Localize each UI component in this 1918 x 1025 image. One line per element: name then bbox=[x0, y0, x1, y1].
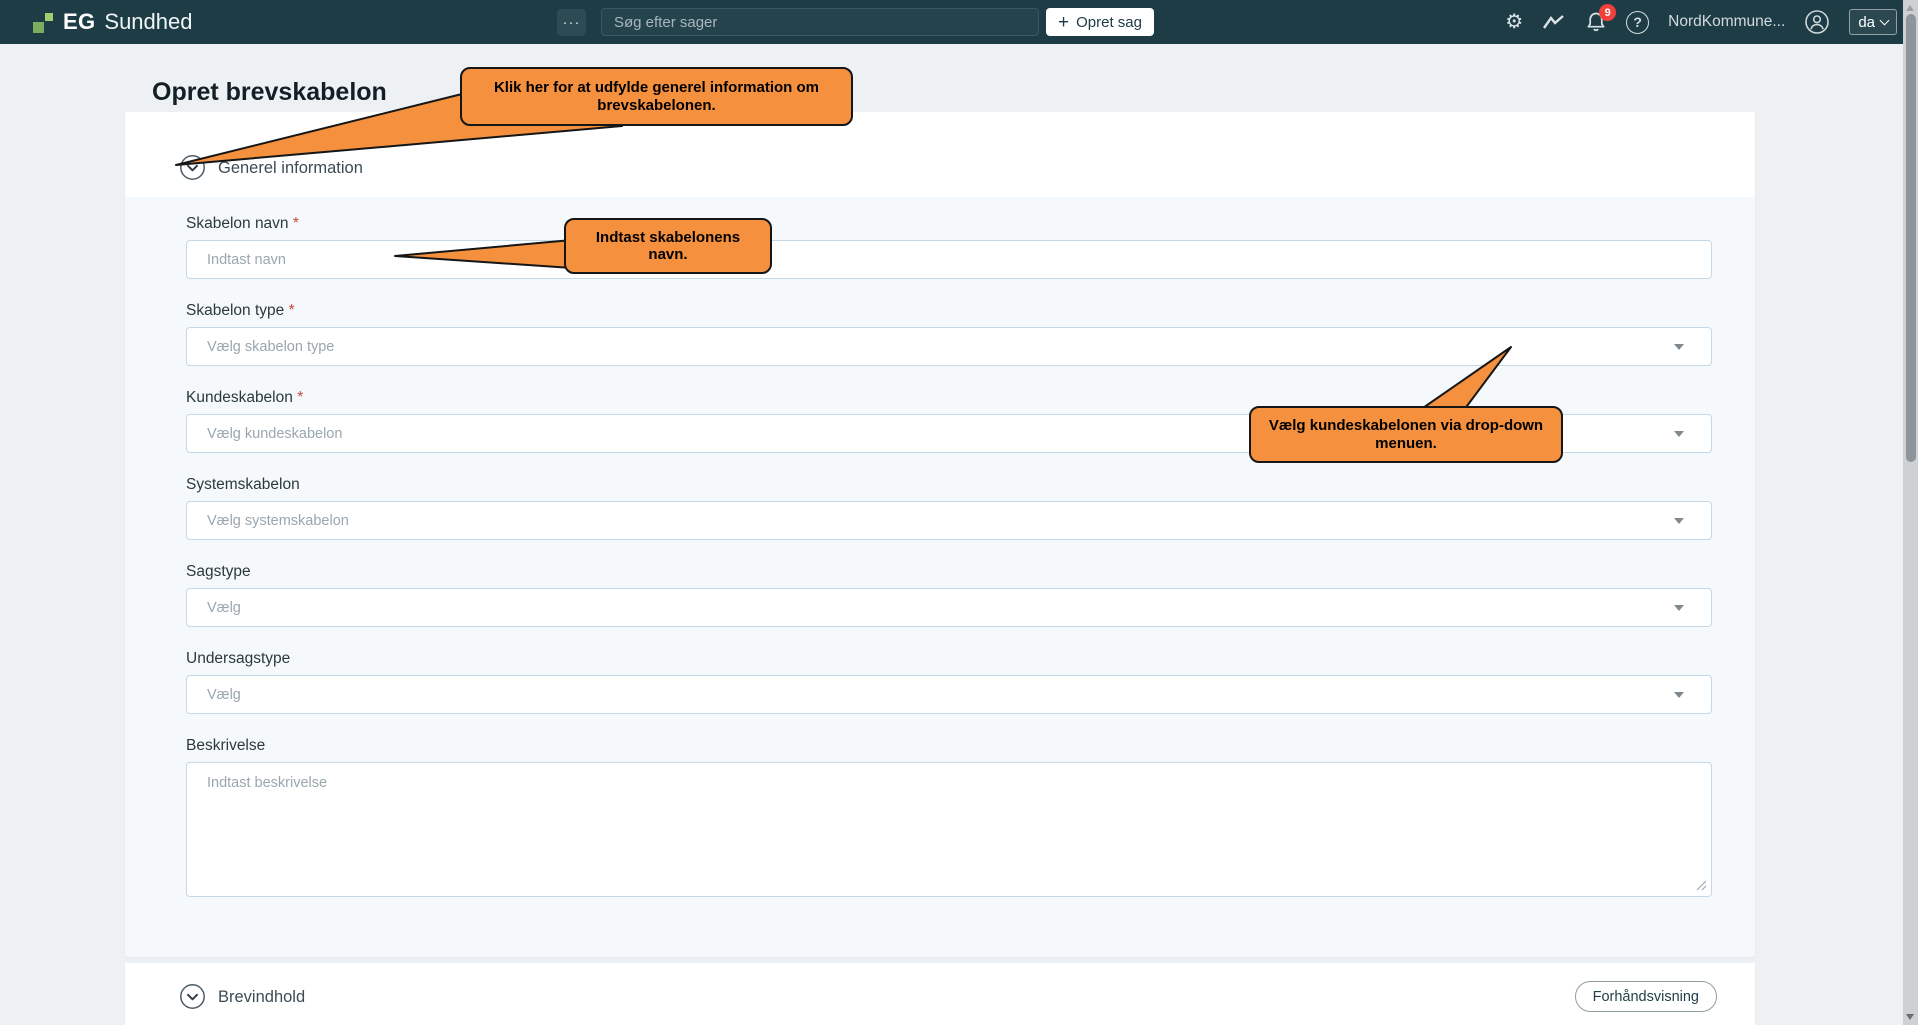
gear-icon: ⚙ bbox=[1505, 12, 1523, 32]
field-skabelon-type: Skabelon type * Vælg skabelon type bbox=[186, 301, 1712, 366]
product-name: Sundhed bbox=[104, 9, 192, 35]
ellipsis-icon: ··· bbox=[563, 14, 581, 31]
vertical-scrollbar bbox=[1903, 0, 1918, 1025]
skabelon-navn-input[interactable] bbox=[186, 240, 1712, 279]
trend-icon bbox=[1542, 13, 1566, 31]
required-asterisk: * bbox=[297, 389, 303, 406]
create-case-button[interactable]: + Opret sag bbox=[1046, 8, 1154, 36]
app-brand: EG Sundhed bbox=[33, 0, 192, 44]
scroll-up-arrow[interactable] bbox=[1906, 5, 1914, 11]
language-value: da bbox=[1858, 14, 1875, 31]
field-label: Sagstype bbox=[186, 563, 251, 580]
create-case-label: Opret sag bbox=[1076, 14, 1142, 31]
dropdown-caret-icon bbox=[1674, 518, 1684, 524]
field-label: Skabelon navn bbox=[186, 215, 289, 232]
language-selector[interactable]: da bbox=[1849, 9, 1897, 35]
section-title-general: Generel information bbox=[218, 159, 363, 178]
resize-handle-icon[interactable] bbox=[1696, 880, 1707, 891]
collapse-letter-content-button[interactable] bbox=[179, 983, 206, 1010]
scroll-down-arrow[interactable] bbox=[1906, 1014, 1914, 1020]
section-header-general: Generel information bbox=[125, 112, 1755, 197]
general-information-card: Generel information Skabelon navn * Skab… bbox=[125, 112, 1755, 957]
general-form: Skabelon navn * Skabelon type * Vælg ska… bbox=[125, 197, 1755, 957]
field-label: Beskrivelse bbox=[186, 737, 265, 754]
notifications-button[interactable]: 9 bbox=[1585, 11, 1607, 33]
select-placeholder: Vælg bbox=[207, 600, 241, 616]
field-undersagstype: Undersagstype Vælg bbox=[186, 649, 1712, 714]
dropdown-caret-icon bbox=[1674, 344, 1684, 350]
preview-button[interactable]: Forhåndsvisning bbox=[1575, 981, 1717, 1012]
page-title: Opret brevskabelon bbox=[152, 78, 387, 107]
brand-name: EG bbox=[63, 9, 95, 35]
field-label: Skabelon type bbox=[186, 302, 284, 319]
required-asterisk: * bbox=[289, 302, 295, 319]
plus-icon: + bbox=[1058, 13, 1069, 32]
more-menu-button[interactable]: ··· bbox=[557, 9, 586, 36]
scrollbar-thumb[interactable] bbox=[1906, 14, 1916, 462]
select-placeholder: Vælg bbox=[207, 687, 241, 703]
systemskabelon-select[interactable]: Vælg systemskabelon bbox=[186, 501, 1712, 540]
tenant-name: NordKommune... bbox=[1668, 13, 1785, 31]
field-label: Kundeskabelon bbox=[186, 389, 293, 406]
field-skabelon-navn: Skabelon navn * bbox=[186, 214, 1712, 279]
dropdown-caret-icon bbox=[1674, 431, 1684, 437]
undersagstype-select[interactable]: Vælg bbox=[186, 675, 1712, 714]
select-placeholder: Vælg systemskabelon bbox=[207, 513, 349, 529]
chevron-circle-icon bbox=[179, 154, 206, 181]
top-navbar: EG Sundhed ··· + Opret sag ⚙ 9 ? NordKom… bbox=[0, 0, 1918, 44]
field-sagstype: Sagstype Vælg bbox=[186, 562, 1712, 627]
beskrivelse-textarea[interactable] bbox=[186, 762, 1712, 897]
section-title-letter-content: Brevindhold bbox=[218, 988, 305, 1007]
dropdown-caret-icon bbox=[1674, 605, 1684, 611]
notification-badge: 9 bbox=[1599, 4, 1616, 21]
skabelon-type-select[interactable]: Vælg skabelon type bbox=[186, 327, 1712, 366]
required-asterisk: * bbox=[293, 215, 299, 232]
callout-template-name: Indtast skabelonens navn. bbox=[564, 218, 772, 274]
search-input[interactable] bbox=[601, 8, 1039, 36]
eg-logo-icon bbox=[33, 12, 54, 33]
field-label: Undersagstype bbox=[186, 650, 290, 667]
collapse-general-button[interactable] bbox=[179, 154, 206, 181]
field-systemskabelon: Systemskabelon Vælg systemskabelon bbox=[186, 475, 1712, 540]
avatar-icon bbox=[1804, 9, 1830, 35]
help-icon: ? bbox=[1626, 11, 1649, 34]
select-placeholder: Vælg skabelon type bbox=[207, 339, 334, 355]
callout-general-information: Klik her for at udfylde generel informat… bbox=[460, 67, 853, 126]
profile-button[interactable] bbox=[1804, 9, 1830, 35]
sagstype-select[interactable]: Vælg bbox=[186, 588, 1712, 627]
chevron-down-icon bbox=[1880, 15, 1890, 25]
settings-button[interactable]: ⚙ bbox=[1505, 12, 1523, 32]
callout-customer-template: Vælg kundeskabelonen via drop-down menue… bbox=[1249, 406, 1563, 463]
select-placeholder: Vælg kundeskabelon bbox=[207, 426, 342, 442]
letter-content-card: Brevindhold Forhåndsvisning bbox=[125, 963, 1755, 1025]
help-button[interactable]: ? bbox=[1626, 11, 1649, 34]
chevron-circle-icon bbox=[179, 983, 206, 1010]
dropdown-caret-icon bbox=[1674, 692, 1684, 698]
field-beskrivelse: Beskrivelse bbox=[186, 736, 1712, 897]
navbar-right-cluster: ⚙ 9 ? NordKommune... da bbox=[1505, 0, 1897, 44]
field-label: Systemskabelon bbox=[186, 476, 300, 493]
activity-button[interactable] bbox=[1542, 13, 1566, 31]
